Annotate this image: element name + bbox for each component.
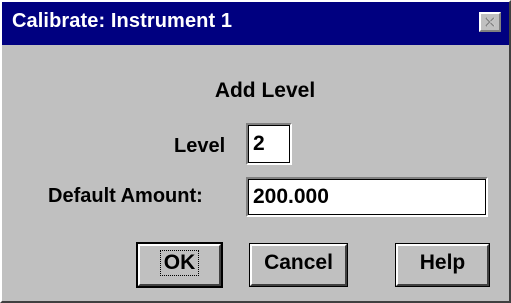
level-input[interactable]: 2 xyxy=(246,123,292,165)
default-amount-input[interactable]: 200.000 xyxy=(246,177,488,217)
close-button[interactable] xyxy=(479,12,501,32)
ok-button[interactable]: OK xyxy=(136,242,223,288)
ok-button-label: OK xyxy=(159,250,200,276)
cancel-button[interactable]: Cancel xyxy=(249,243,348,287)
window-title: Calibrate: Instrument 1 xyxy=(12,10,233,32)
title-bar[interactable]: Calibrate: Instrument 1 xyxy=(2,2,509,45)
calibrate-dialog: Calibrate: Instrument 1 Add Level Level … xyxy=(0,0,511,303)
dialog-heading: Add Level xyxy=(214,79,316,102)
level-label: Level xyxy=(174,135,226,157)
default-amount-label: Default Amount: xyxy=(48,185,203,207)
help-button[interactable]: Help xyxy=(395,243,490,287)
